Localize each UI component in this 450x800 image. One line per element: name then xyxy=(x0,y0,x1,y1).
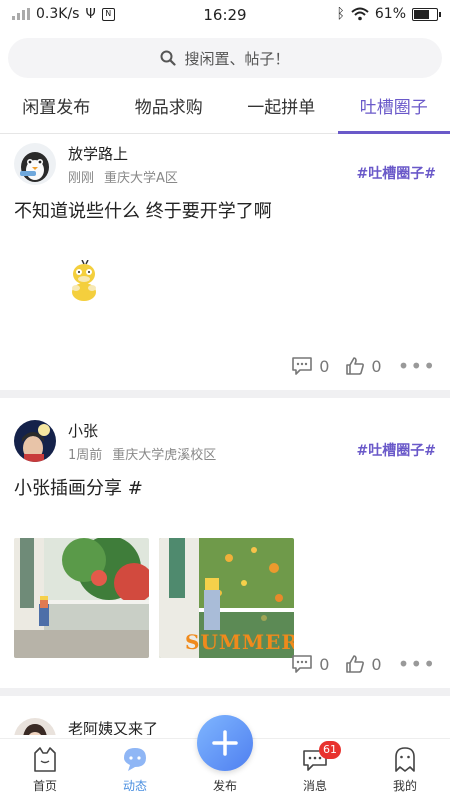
post-header: 小张 1周前 重庆大学虎溪校区 #吐槽圈子# xyxy=(0,412,450,468)
nav-home[interactable]: 首页 xyxy=(0,739,90,800)
comment-icon xyxy=(292,357,313,375)
nav-publish-label: 发布 xyxy=(212,779,237,793)
wifi-icon xyxy=(351,7,369,21)
bottom-nav: 首页 动态 发布 61 消息 我的 xyxy=(0,715,450,800)
post-topic-tag[interactable]: #吐槽圈子# xyxy=(357,163,436,183)
post-username[interactable]: 小张 xyxy=(68,420,98,441)
post-meta: 1周前 重庆大学虎溪校区 xyxy=(68,444,216,463)
publish-button[interactable] xyxy=(197,715,253,771)
post-image[interactable] xyxy=(14,538,149,658)
more-options-icon[interactable]: ••• xyxy=(398,354,436,378)
category-tabs: 闲置发布 物品求购 一起拼单 吐槽圈子 xyxy=(0,84,450,134)
post-username[interactable]: 老阿姨又来了 xyxy=(68,718,158,735)
message-badge: 61 xyxy=(319,741,341,759)
comment-button[interactable]: 0 xyxy=(291,654,329,674)
plus-icon xyxy=(212,730,238,756)
post-actions: 0 0 ••• xyxy=(281,652,436,676)
search-icon xyxy=(160,50,177,66)
nav-profile[interactable]: 我的 xyxy=(360,739,450,800)
home-cat-icon xyxy=(34,747,56,772)
tab-item-wanted[interactable]: 物品求购 xyxy=(113,84,226,133)
nav-home-label: 首页 xyxy=(32,779,57,793)
battery-fill xyxy=(414,9,429,19)
avatar[interactable] xyxy=(14,420,56,462)
tab-idle-publish[interactable]: 闲置发布 xyxy=(0,84,113,133)
bluetooth-icon: ᛒ xyxy=(336,6,345,22)
like-count: 0 xyxy=(371,654,382,674)
more-options-icon[interactable]: ••• xyxy=(398,652,436,676)
image-caption-text: SUMMER xyxy=(185,630,294,654)
post-text: 小张插画分享 # xyxy=(14,478,143,499)
tab-complaints-circle[interactable]: 吐槽圈子 xyxy=(337,84,450,134)
thumbs-up-icon xyxy=(346,357,365,375)
feed-bubble-icon xyxy=(124,748,146,771)
post-time: 1周前 xyxy=(68,448,103,463)
like-button[interactable]: 0 xyxy=(345,654,382,674)
like-count: 0 xyxy=(371,356,382,376)
comment-icon xyxy=(292,655,313,673)
search-placeholder: 搜闲置、帖子！ xyxy=(184,49,290,68)
nav-feed-label: 动态 xyxy=(122,779,147,793)
nav-messages[interactable]: 61 消息 xyxy=(270,739,360,800)
like-button[interactable]: 0 xyxy=(345,356,382,376)
tab-group-buy[interactable]: 一起拼单 xyxy=(225,84,338,133)
post-divider xyxy=(0,390,450,398)
post-image[interactable]: SUMMER xyxy=(159,538,294,658)
comment-count: 0 xyxy=(319,654,330,674)
status-right: ᛒ 61% xyxy=(336,6,441,22)
post-location: 重庆大学A区 xyxy=(104,171,178,186)
post-card[interactable]: 小张 1周前 重庆大学虎溪校区 #吐槽圈子# 小张插画分享 # SUMMER 0 xyxy=(0,398,450,688)
battery-percent: 61% xyxy=(374,6,406,22)
post-actions: 0 0 ••• xyxy=(281,354,436,378)
post-topic-tag[interactable]: #吐槽圈子# xyxy=(357,440,436,460)
search-bar[interactable]: 搜闲置、帖子！ xyxy=(8,38,442,78)
post-location: 重庆大学虎溪校区 xyxy=(112,448,217,463)
post-meta: 刚刚 重庆大学A区 xyxy=(68,167,178,186)
thumbs-up-icon xyxy=(346,655,365,673)
profile-ghost-icon xyxy=(395,747,415,772)
post-text: 不知道说些什么 终于要开学了啊 xyxy=(14,201,272,222)
post-username[interactable]: 放学路上 xyxy=(68,143,128,164)
status-bar: 0.3K/s Ψ N 16:29 ᛒ 61% xyxy=(0,0,450,32)
avatar[interactable] xyxy=(14,718,56,735)
avatar[interactable] xyxy=(14,143,56,185)
post-header: 放学路上 刚刚 重庆大学A区 #吐槽圈子# xyxy=(0,135,450,191)
post-image-grid: SUMMER xyxy=(0,500,450,658)
psyduck-sticker xyxy=(66,259,102,306)
nav-feed[interactable]: 动态 xyxy=(90,739,180,800)
comment-button[interactable]: 0 xyxy=(291,356,329,376)
post-feed: 放学路上 刚刚 重庆大学A区 #吐槽圈子# 不知道说些什么 终于要开学了啊 0 … xyxy=(0,135,450,735)
nav-messages-label: 消息 xyxy=(302,779,327,793)
nav-publish[interactable]: 发布 xyxy=(180,715,270,800)
post-divider xyxy=(0,688,450,696)
battery-icon xyxy=(412,7,441,21)
post-time: 刚刚 xyxy=(68,171,95,186)
comment-count: 0 xyxy=(319,356,330,376)
post-card[interactable]: 放学路上 刚刚 重庆大学A区 #吐槽圈子# 不知道说些什么 终于要开学了啊 0 … xyxy=(0,135,450,390)
nav-profile-label: 我的 xyxy=(392,779,417,793)
